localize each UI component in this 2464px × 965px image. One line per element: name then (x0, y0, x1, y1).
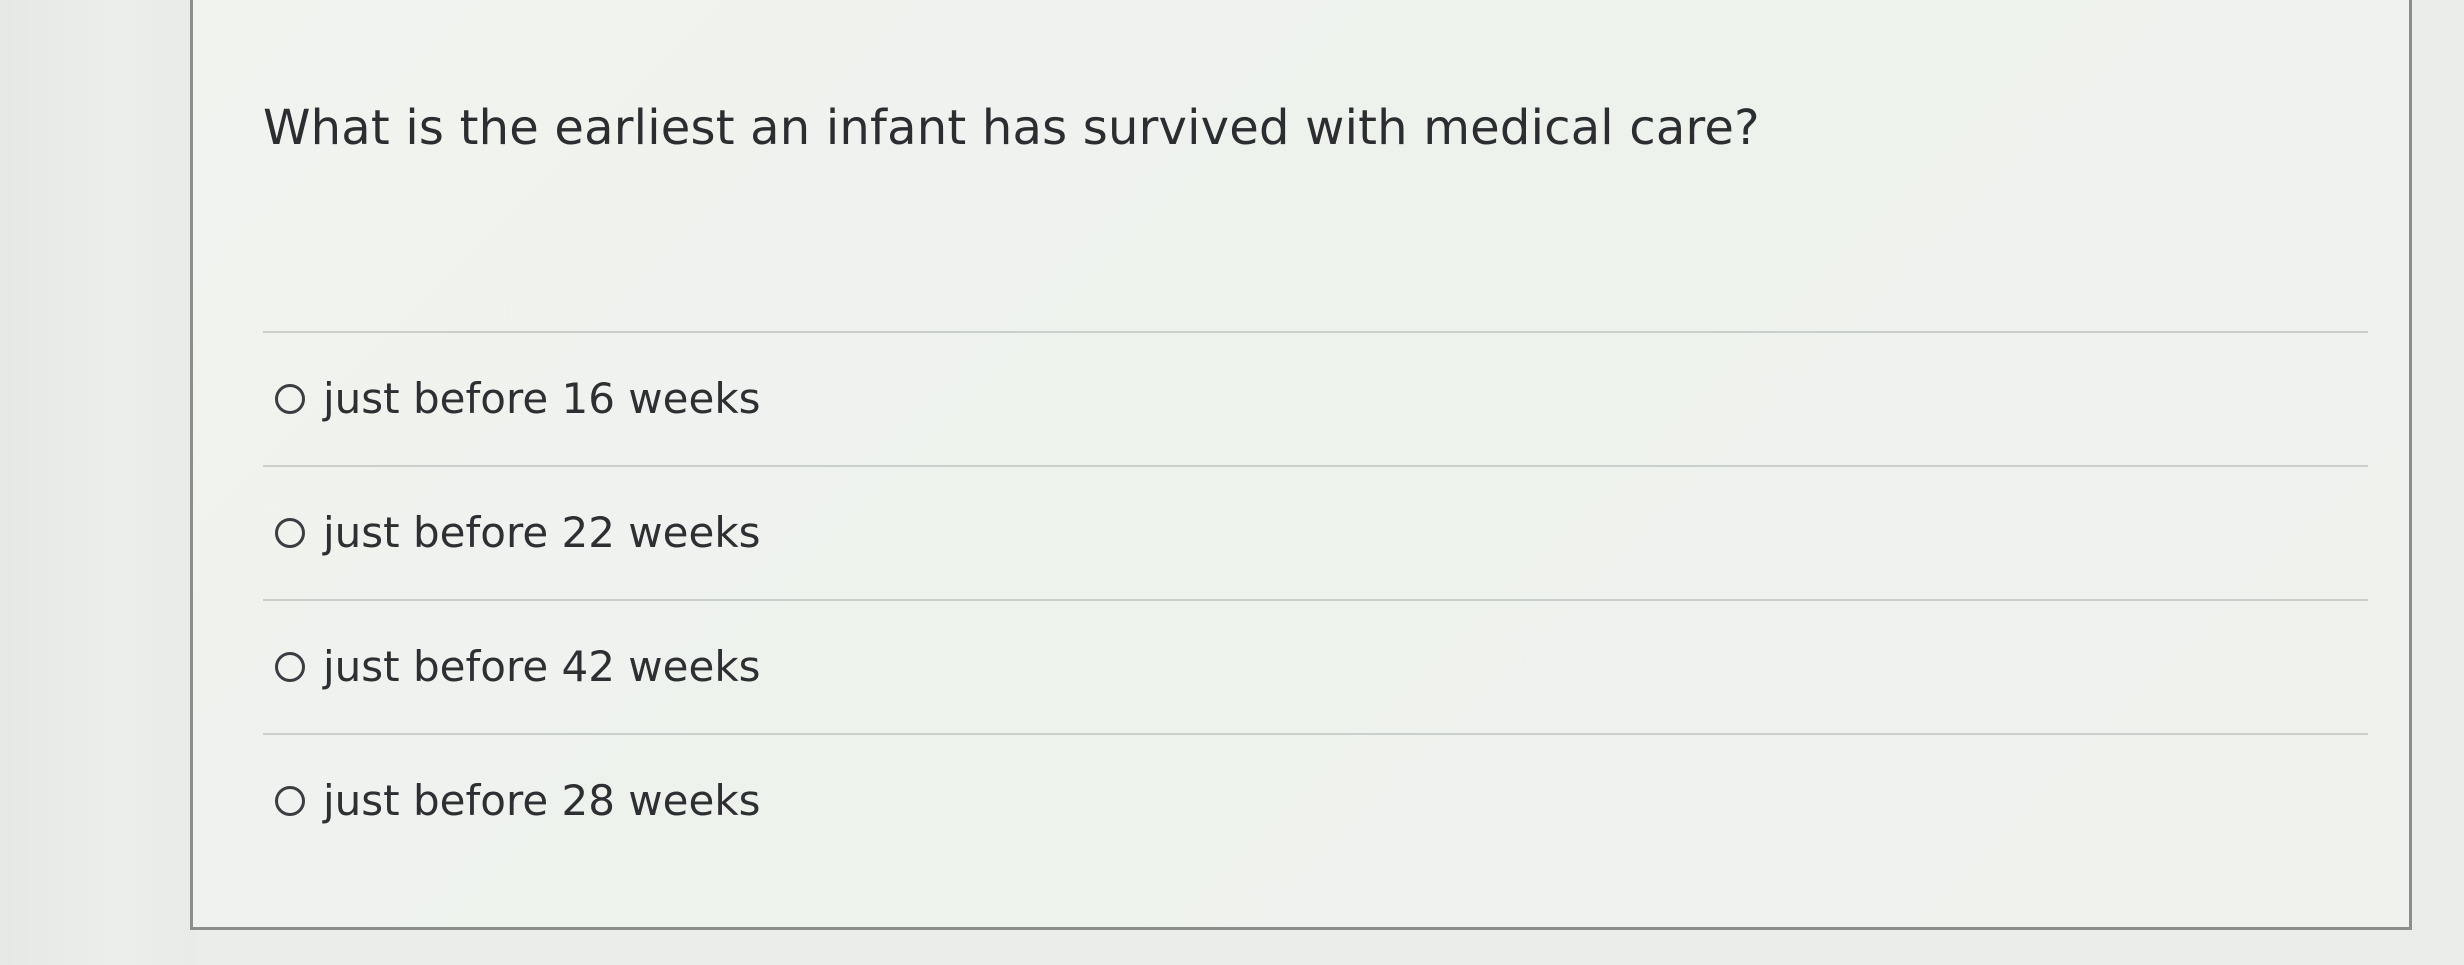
option-label: just before 22 weeks (323, 508, 761, 557)
option-label: just before 28 weeks (323, 776, 761, 825)
option-28-weeks[interactable]: just before 28 weeks (263, 735, 2368, 867)
option-42-weeks[interactable]: just before 42 weeks (263, 601, 2368, 733)
option-label: just before 16 weeks (323, 374, 761, 423)
left-margin (0, 0, 195, 965)
answer-options: just before 16 weeks just before 22 week… (263, 331, 2368, 867)
option-label: just before 42 weeks (323, 642, 761, 691)
radio-button[interactable] (275, 384, 305, 414)
radio-button[interactable] (275, 518, 305, 548)
question-card: What is the earliest an infant has survi… (190, 0, 2412, 930)
option-16-weeks[interactable]: just before 16 weeks (263, 333, 2368, 465)
radio-button[interactable] (275, 652, 305, 682)
question-text: What is the earliest an infant has survi… (263, 100, 1760, 156)
radio-button[interactable] (275, 786, 305, 816)
option-22-weeks[interactable]: just before 22 weeks (263, 467, 2368, 599)
